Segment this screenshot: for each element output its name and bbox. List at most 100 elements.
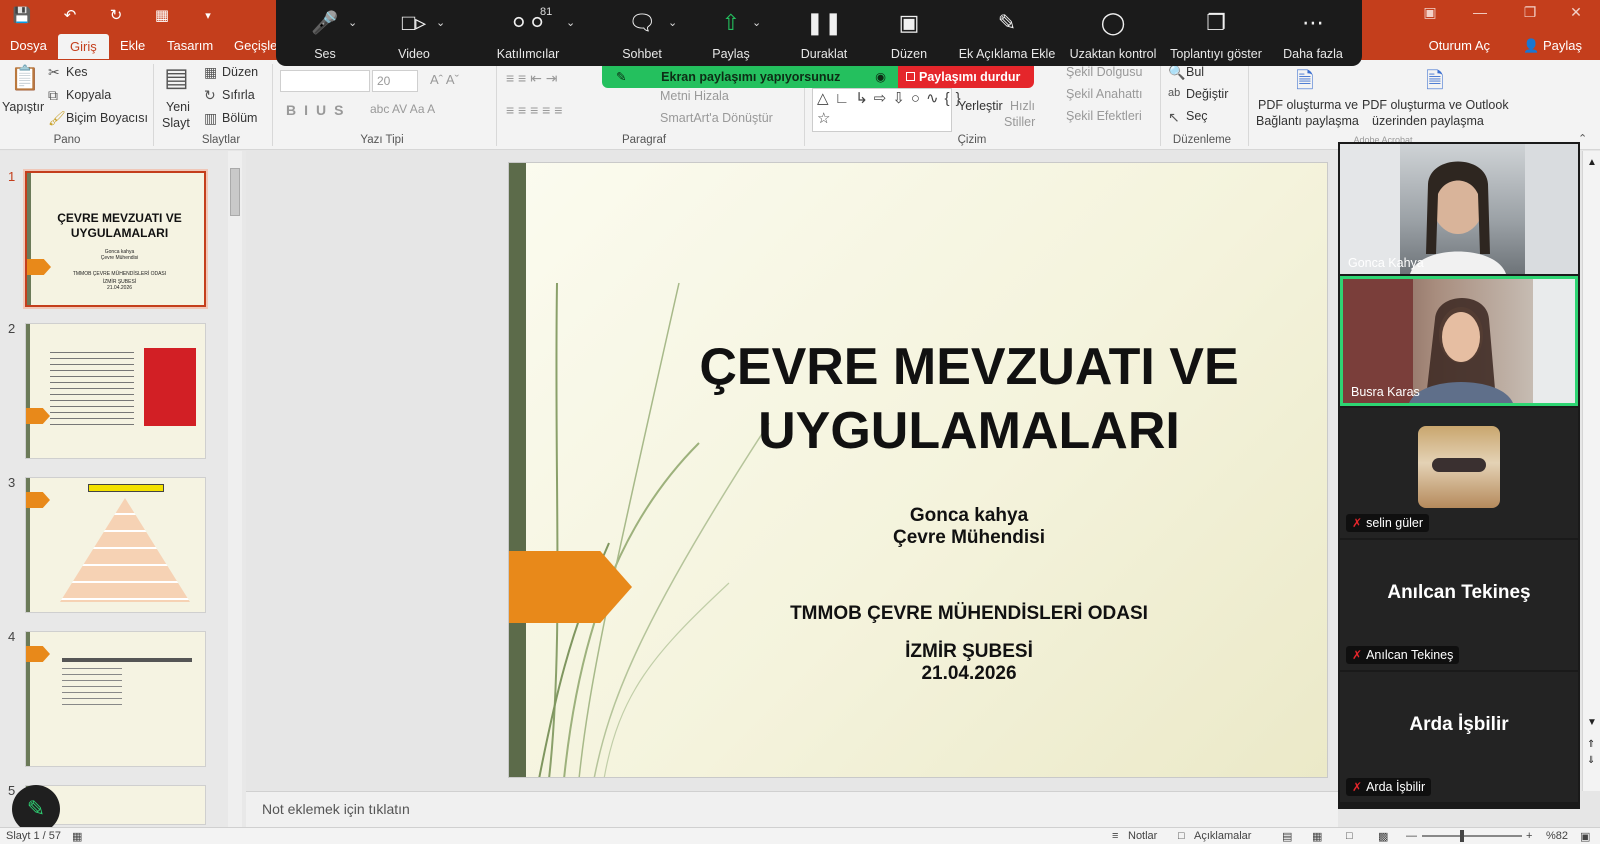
presentation-icon[interactable]: ▦ — [152, 6, 172, 24]
scroll-up-icon[interactable]: ▲ — [1587, 157, 1597, 168]
chat-button[interactable]: 🗨 Sohbet — [604, 0, 680, 66]
chevron-down-icon[interactable]: ⌄ — [436, 16, 445, 29]
slide-sorter-icon[interactable]: ▦ — [1312, 830, 1322, 843]
annotate-button[interactable]: ✎ Ek Açıklama Ekle — [954, 0, 1060, 66]
smartart-button[interactable]: SmartArt'a Dönüştür — [660, 111, 773, 125]
share-screen-button[interactable]: ⇧ Paylaş — [696, 0, 766, 66]
pdf-outlook-label-1[interactable]: PDF oluşturma ve Outlook — [1362, 98, 1509, 112]
layout-button-zoom[interactable]: ▣ Düzen — [874, 0, 944, 66]
select-icon[interactable]: ↖ — [1168, 109, 1180, 126]
audio-button[interactable]: 🎤 Ses — [296, 0, 354, 66]
participant-tile-anilcan[interactable]: Anılcan Tekineş ✗ Anılcan Tekineş — [1340, 540, 1578, 670]
zoom-out-icon[interactable]: — — [1406, 830, 1417, 842]
slide-thumbnail-3[interactable] — [25, 477, 206, 613]
scroll-down-icon[interactable]: ▼ — [1587, 717, 1597, 728]
editor-scrollbar[interactable]: ▲ ▼ ⇑ ⇓ — [1582, 151, 1600, 791]
reset-icon[interactable]: ↻ — [204, 87, 216, 104]
paste-button[interactable]: Yapıştır — [2, 100, 44, 114]
font-spacing-icons[interactable]: abc AV Aa A — [370, 102, 435, 116]
tab-tasarim[interactable]: Tasarım — [167, 38, 213, 53]
shape-fill-button[interactable]: Şekil Dolgusu — [1066, 65, 1142, 79]
slide-presenter[interactable]: Gonca kahya — [619, 505, 1319, 527]
accessibility-icon[interactable]: ▦ — [72, 830, 82, 843]
notes-button[interactable]: Notlar — [1128, 830, 1157, 842]
stop-share-button[interactable]: Paylaşımı durdur — [898, 66, 1034, 88]
arrange-button[interactable]: Yerleştir — [958, 99, 1003, 113]
shapes-gallery[interactable]: △∟↳⇨⇩○∿{}☆ — [812, 88, 961, 132]
tab-dosya[interactable]: Dosya — [10, 38, 47, 53]
layout-icon[interactable]: ▦ — [204, 64, 217, 81]
scrollbar-thumb[interactable] — [230, 168, 240, 216]
quick-styles-label-2[interactable]: Stiller — [1004, 115, 1035, 129]
format-painter-icon[interactable]: 🖌 — [48, 110, 66, 127]
section-button[interactable]: Bölüm — [222, 111, 257, 125]
ribbon-display-icon[interactable]: ▣ — [1410, 4, 1450, 21]
slide-role[interactable]: Çevre Mühendisi — [619, 527, 1319, 549]
remote-control-button[interactable]: ◯ Uzaktan kontrol — [1064, 0, 1162, 66]
zoom-slider[interactable] — [1422, 835, 1522, 837]
pdf-link-icon[interactable]: 🗎 — [1296, 64, 1314, 102]
slide-branch[interactable]: İZMİR ŞUBESİ — [619, 641, 1319, 663]
customize-toolbar-icon[interactable]: ▾ — [198, 9, 218, 22]
slide-thumbnail-1[interactable]: ÇEVRE MEVZUATI VE UYGULAMALARI Gonca kah… — [23, 169, 208, 309]
more-button[interactable]: ⋯ Daha fazla — [1276, 0, 1350, 66]
comments-icon[interactable]: □ — [1178, 830, 1185, 842]
close-icon[interactable]: ✕ — [1556, 4, 1596, 21]
save-icon[interactable]: 💾 — [12, 6, 32, 24]
new-slide-label-1[interactable]: Yeni — [166, 100, 190, 114]
chevron-down-icon[interactable]: ⌄ — [668, 16, 677, 29]
notes-icon[interactable]: ≡ — [1112, 830, 1118, 842]
pdf-outlook-icon[interactable]: 🗎 — [1426, 64, 1444, 102]
show-meeting-button[interactable]: ❐ Toplantıyı göster — [1166, 0, 1266, 66]
participants-button[interactable]: ⚪⚪ Katılımcılar — [482, 0, 574, 66]
quick-styles-label-1[interactable]: Hızlı — [1010, 99, 1035, 113]
slide-date[interactable]: 21.04.2026 — [619, 663, 1319, 685]
copy-icon[interactable]: ⧉ — [48, 87, 58, 104]
paste-icon[interactable]: 📋 — [10, 64, 40, 93]
find-icon[interactable]: 🔍 — [1168, 64, 1185, 81]
participant-tile-arda[interactable]: Arda İşbilir ✗ Arda İşbilir — [1340, 672, 1578, 802]
cut-button[interactable]: Kes — [66, 65, 88, 79]
pin-icon[interactable]: ✎ — [616, 66, 626, 88]
participant-tile-selin[interactable]: ✗ selin güler — [1340, 408, 1578, 538]
participant-tile-busra[interactable]: Busra Karas — [1340, 276, 1578, 406]
tab-ekle[interactable]: Ekle — [120, 38, 145, 53]
new-slide-label-2[interactable]: Slayt — [162, 116, 190, 130]
chevron-down-icon[interactable]: ⌄ — [348, 16, 357, 29]
slide-org[interactable]: TMMOB ÇEVRE MÜHENDİSLERİ ODASI — [619, 603, 1319, 625]
tab-gecisler[interactable]: Geçişler — [234, 38, 282, 53]
shape-effects-button[interactable]: Şekil Efektleri — [1066, 109, 1142, 123]
font-grow-icon[interactable]: Aˆ Aˇ — [430, 72, 459, 87]
fit-slide-icon[interactable]: ▣ — [1580, 830, 1590, 843]
select-button[interactable]: Seç — [1186, 109, 1208, 123]
undo-icon[interactable]: ↶ — [60, 6, 80, 24]
layout-button[interactable]: Düzen — [222, 65, 258, 79]
replace-button[interactable]: Değiştir — [1186, 87, 1228, 101]
minimize-icon[interactable]: — — [1460, 4, 1500, 20]
zoom-level[interactable]: %82 — [1546, 830, 1568, 842]
shape-outline-button[interactable]: Şekil Anahattı — [1066, 87, 1142, 101]
thumbnail-scrollbar[interactable] — [228, 151, 242, 827]
zoom-in-icon[interactable]: + — [1526, 830, 1532, 842]
zoom-slider-thumb[interactable] — [1460, 830, 1464, 842]
align-text-button[interactable]: Metni Hizala — [660, 89, 729, 103]
pdf-outlook-label-2[interactable]: üzerinden paylaşma — [1372, 114, 1484, 128]
annotate-pen-button[interactable]: ✎ — [12, 785, 60, 833]
find-button[interactable]: Bul — [1186, 65, 1204, 79]
section-icon[interactable]: ▥ — [204, 110, 217, 127]
chevron-down-icon[interactable]: ⌄ — [566, 16, 575, 29]
slide-title[interactable]: ÇEVRE MEVZUATI VE UYGULAMALARI — [619, 335, 1319, 463]
pause-button[interactable]: ❚❚ Duraklat — [786, 0, 862, 66]
maximize-icon[interactable]: ❐ — [1510, 4, 1550, 21]
copy-button[interactable]: Kopyala — [66, 88, 111, 102]
reading-view-icon[interactable]: □ — [1346, 830, 1353, 842]
tab-giris[interactable]: Giriş — [58, 34, 109, 59]
share-button[interactable]: 👤 Paylaş — [1523, 38, 1582, 54]
pdf-link-label-1[interactable]: PDF oluşturma ve — [1258, 98, 1358, 112]
slideshow-icon[interactable]: ▩ — [1378, 830, 1388, 843]
new-slide-icon[interactable]: ▤ — [164, 62, 189, 93]
font-name-field[interactable] — [280, 70, 370, 92]
cut-icon[interactable]: ✂ — [48, 64, 60, 81]
signin-link[interactable]: Oturum Aç — [1429, 38, 1490, 53]
normal-view-icon[interactable]: ▤ — [1282, 830, 1292, 843]
